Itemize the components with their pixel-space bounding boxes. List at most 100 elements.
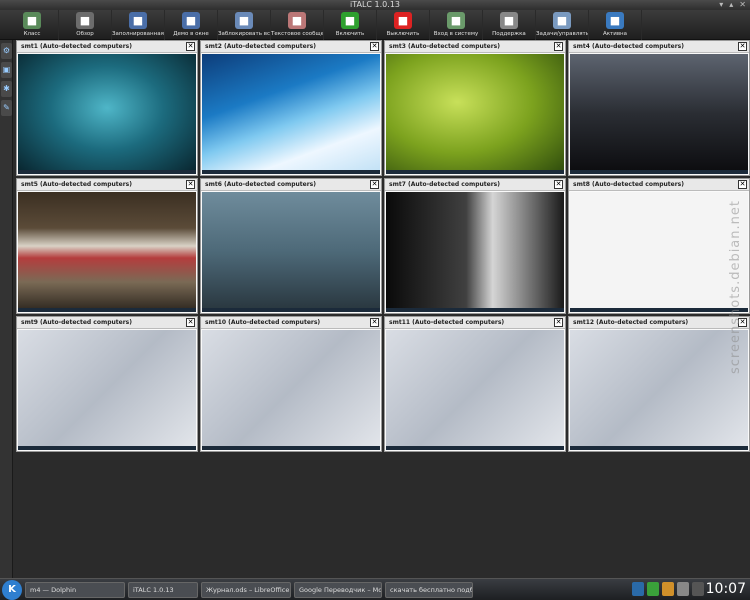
lang-tray-icon[interactable] (692, 582, 704, 596)
close-icon[interactable]: ✕ (554, 318, 563, 327)
computer-tile[interactable]: smt4 (Auto-detected computers) ✕ (568, 40, 750, 176)
screen-preview (386, 54, 564, 174)
computer-tile[interactable]: smt2 (Auto-detected computers) ✕ (200, 40, 382, 176)
remote-taskbar (18, 446, 196, 450)
remote-taskbar (202, 446, 380, 450)
computer-tile[interactable]: smt9 (Auto-detected computers) ✕ (16, 316, 198, 452)
toolbar-button-11[interactable]: ■ Задачи/управлять (536, 10, 589, 40)
computer-tile[interactable]: smt11 (Auto-detected computers) ✕ (384, 316, 566, 452)
remote-taskbar (386, 308, 564, 312)
network-tray-icon[interactable] (632, 582, 644, 596)
close-icon[interactable]: ✕ (738, 42, 747, 51)
screen-preview (18, 192, 196, 312)
network-icon[interactable]: ⚙ (1, 43, 12, 59)
power-tray-icon[interactable] (677, 582, 689, 596)
login-icon: ■ (447, 12, 465, 29)
power-on-icon: ■ (341, 12, 359, 29)
close-icon[interactable]: ✕ (186, 180, 195, 189)
maximize-icon[interactable]: ▴ (729, 0, 733, 10)
system-tray (632, 582, 704, 596)
computer-name: smt10 (Auto-detected computers) (205, 319, 321, 326)
toolbar-button-10[interactable]: ■ Поддержка (483, 10, 536, 40)
toolbar-button-8[interactable]: ■ Выключить (377, 10, 430, 40)
close-icon[interactable]: ✕ (554, 180, 563, 189)
toolbar-button-label: Заблокировать все (218, 31, 270, 37)
remote-taskbar (386, 446, 564, 450)
remote-taskbar (570, 170, 748, 174)
computer-tile-header: smt7 (Auto-detected computers) ✕ (385, 179, 565, 191)
toolbar-button-12[interactable]: ■ Активна (589, 10, 642, 40)
toolbar-button-3[interactable]: ■ Заполнированная Демо (112, 10, 165, 40)
computer-name: smt4 (Auto-detected computers) (573, 43, 684, 50)
screen-preview (570, 54, 748, 174)
screen-preview (202, 330, 380, 450)
task-list: m4 — Dolphin iTALC 1.0.13 Журнал.ods – Lib… (22, 581, 473, 598)
computer-tile-header: smt2 (Auto-detected computers) ✕ (201, 41, 381, 53)
screen-preview (386, 330, 564, 450)
toolbar-button-label: Класс (23, 31, 41, 37)
computer-name: smt6 (Auto-detected computers) (205, 181, 316, 188)
config-icon[interactable]: ✱ (1, 81, 12, 97)
computer-tile[interactable]: smt5 (Auto-detected computers) ✕ (16, 178, 198, 314)
toolbar-button-7[interactable]: ■ Включить (324, 10, 377, 40)
tools-icon[interactable]: ✎ (1, 100, 12, 116)
taskbar-task[interactable]: m4 — Dolphin (25, 581, 125, 598)
toolbar-button-2[interactable]: ■ Обзор (59, 10, 112, 40)
computer-tile[interactable]: smt6 (Auto-detected computers) ✕ (200, 178, 382, 314)
taskbar-task[interactable]: скачать бесплатно подборки (385, 581, 473, 598)
taskbar-task[interactable]: Журнал.ods – LibreOffice Calc (201, 581, 291, 598)
computer-tile[interactable]: smt12 (Auto-detected computers) ✕ (568, 316, 750, 452)
computer-name: smt2 (Auto-detected computers) (205, 43, 316, 50)
window-title: iTALC 1.0.13 (350, 0, 400, 9)
computer-tile-header: smt10 (Auto-detected computers) ✕ (201, 317, 381, 329)
toolbar-button-label: Текстовое сообщение (271, 31, 323, 37)
left-sidebar: ⚙ ▣ ✱ ✎ (0, 40, 13, 578)
toolbar-button-label: Выключить (386, 31, 420, 37)
computer-tile[interactable]: smt3 (Auto-detected computers) ✕ (384, 40, 566, 176)
toolbar-button-1[interactable]: ■ Класс (6, 10, 59, 40)
close-icon[interactable]: ✕ (370, 42, 379, 51)
watermark: screenshots.debian.net (728, 200, 743, 374)
toolbar-button-label: Обзор (76, 31, 94, 37)
demo-window-icon: ■ (182, 12, 200, 29)
computer-tile-header: smt12 (Auto-detected computers) ✕ (569, 317, 749, 329)
computer-name: smt5 (Auto-detected computers) (21, 181, 132, 188)
start-menu-icon[interactable]: K (2, 579, 22, 600)
power-off-icon: ■ (394, 12, 412, 29)
taskbar-task[interactable]: Google Переводчик – Mozilla Firefox (294, 581, 382, 598)
computer-tile-header: smt6 (Auto-detected computers) ✕ (201, 179, 381, 191)
computer-tile-header: smt9 (Auto-detected computers) ✕ (17, 317, 197, 329)
clock: 10:07 (705, 581, 746, 597)
computer-tile[interactable]: smt1 (Auto-detected computers) ✕ (16, 40, 198, 176)
computer-name: smt9 (Auto-detected computers) (21, 319, 132, 326)
remote-taskbar (202, 308, 380, 312)
minimize-icon[interactable]: ▾ (719, 0, 723, 10)
close-icon[interactable]: ✕ (186, 42, 195, 51)
window-controls: ▾ ▴ ✕ (719, 0, 746, 10)
computer-tile[interactable]: smt7 (Auto-detected computers) ✕ (384, 178, 566, 314)
toolbar-button-9[interactable]: ■ Вход в систему (430, 10, 483, 40)
volume-tray-icon[interactable] (662, 582, 674, 596)
close-icon[interactable]: ✕ (370, 180, 379, 189)
taskbar-task[interactable]: iTALC 1.0.13 (128, 581, 198, 598)
toolbar-button-6[interactable]: ■ Текстовое сообщение (271, 10, 324, 40)
remote-taskbar (18, 308, 196, 312)
computer-tile[interactable]: smt10 (Auto-detected computers) ✕ (200, 316, 382, 452)
adjust-icon: ■ (606, 12, 624, 29)
binoculars-icon: ■ (76, 12, 94, 29)
toolbar-button-5[interactable]: ■ Заблокировать все (218, 10, 271, 40)
toolbar-button-label: Демо в окне (173, 31, 209, 37)
toolbar-button-4[interactable]: ■ Демо в окне (165, 10, 218, 40)
screen-preview (386, 192, 564, 312)
close-icon[interactable]: ✕ (554, 42, 563, 51)
update-tray-icon[interactable] (647, 582, 659, 596)
toolbar-button-label: Вход в систему (433, 31, 479, 37)
snapshot-icon[interactable]: ▣ (1, 62, 12, 78)
magnifier-icon: ■ (553, 12, 571, 29)
close-window-icon[interactable]: ✕ (739, 0, 746, 10)
classroom-icon: ■ (23, 12, 41, 29)
close-icon[interactable]: ✕ (186, 318, 195, 327)
computer-tile[interactable]: smt8 (Auto-detected computers) ✕ (568, 178, 750, 314)
close-icon[interactable]: ✕ (738, 180, 747, 189)
close-icon[interactable]: ✕ (370, 318, 379, 327)
